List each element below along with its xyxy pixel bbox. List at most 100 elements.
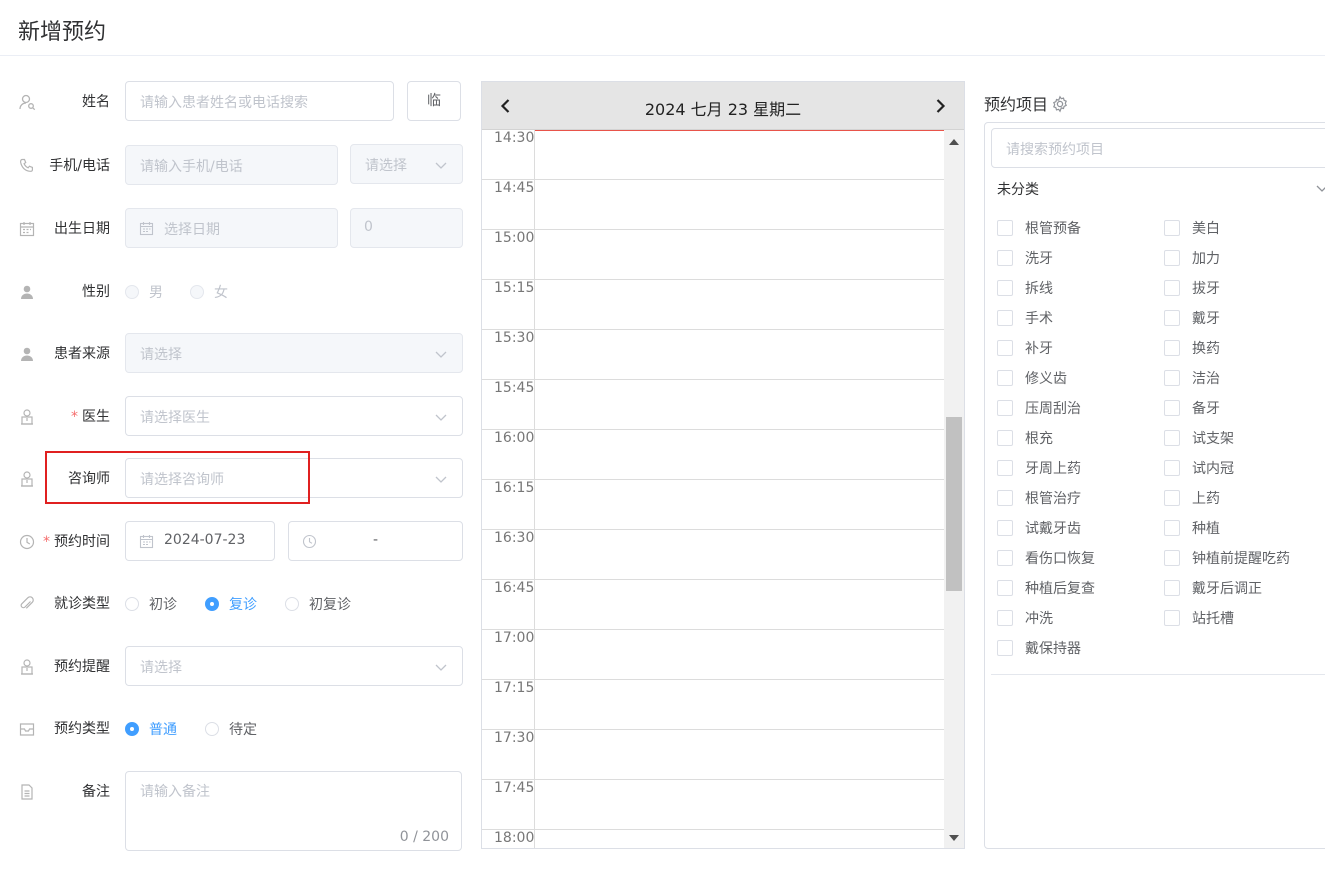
gender-female-radio[interactable]: 女 [190,282,228,301]
appt-date-picker[interactable]: 2024-07-23 [125,521,275,561]
birth-date-picker[interactable]: 选择日期 [125,208,338,248]
item-checkbox[interactable]: 拆线 [997,278,1053,297]
item-checkbox[interactable]: 戴牙后调正 [1164,578,1262,597]
checkbox-box[interactable] [997,520,1013,536]
checkbox-box[interactable] [1164,280,1180,296]
time-slot-cell[interactable] [534,430,944,480]
consultant-select[interactable]: 请选择咨询师 [125,458,463,498]
appt-time-range-picker[interactable]: - [288,521,463,561]
time-slot-cell[interactable] [534,280,944,330]
item-checkbox[interactable]: 修义齿 [997,368,1067,387]
item-checkbox[interactable]: 站托槽 [1164,608,1234,627]
time-slot-cell[interactable] [534,630,944,680]
chevron-right-icon[interactable] [930,96,950,116]
item-checkbox[interactable]: 加力 [1164,248,1220,267]
checkbox-box[interactable] [1164,550,1180,566]
calendar-scrollbar[interactable] [944,130,964,848]
item-checkbox[interactable]: 冲洗 [997,608,1053,627]
checkbox-box[interactable] [1164,610,1180,626]
item-checkbox[interactable]: 钟植前提醒吃药 [1164,548,1290,567]
checkbox-box[interactable] [997,640,1013,656]
scroll-up-arrow-icon[interactable] [949,139,959,145]
checkbox-box[interactable] [997,580,1013,596]
checkbox-box[interactable] [1164,580,1180,596]
item-checkbox[interactable]: 牙周上药 [997,458,1081,477]
phone-type-select[interactable]: 请选择 [350,144,463,184]
doctor-select[interactable]: 请选择医生 [125,396,463,436]
reminder-select[interactable]: 请选择 [125,646,463,686]
visit-type-mixed-radio[interactable]: 初复诊 [285,594,351,613]
checkbox-box[interactable] [997,550,1013,566]
item-checkbox[interactable]: 根管治疗 [997,488,1081,507]
checkbox-box[interactable] [997,400,1013,416]
time-slot-cell[interactable] [534,580,944,630]
time-slot-cell[interactable] [534,530,944,580]
time-slot-cell[interactable] [534,680,944,730]
item-checkbox[interactable]: 上药 [1164,488,1220,507]
visit-type-first-radio[interactable]: 初诊 [125,594,177,613]
item-checkbox[interactable]: 看伤口恢复 [997,548,1095,567]
time-slot-cell[interactable] [534,380,944,430]
checkbox-box[interactable] [997,340,1013,356]
phone-input[interactable]: 请输入手机/电话 [125,145,338,185]
item-checkbox[interactable]: 戴保持器 [997,638,1081,657]
checkbox-box[interactable] [1164,310,1180,326]
checkbox-box[interactable] [1164,430,1180,446]
scroll-thumb[interactable] [946,417,962,591]
item-checkbox[interactable]: 试支架 [1164,428,1234,447]
item-checkbox[interactable]: 戴牙 [1164,308,1220,327]
gender-male-radio[interactable]: 男 [125,282,163,301]
time-slot-cell[interactable] [534,830,944,848]
gear-icon[interactable] [1051,95,1069,113]
checkbox-box[interactable] [1164,520,1180,536]
checkbox-box[interactable] [1164,400,1180,416]
checkbox-box[interactable] [997,430,1013,446]
item-checkbox[interactable]: 压周刮治 [997,398,1081,417]
checkbox-box[interactable] [1164,340,1180,356]
items-search-input[interactable]: 请搜索预约项目 [991,128,1325,168]
item-checkbox[interactable]: 换药 [1164,338,1220,357]
item-checkbox[interactable]: 补牙 [997,338,1053,357]
notes-textarea[interactable]: 请输入备注 0 / 200 [125,771,462,851]
checkbox-box[interactable] [1164,460,1180,476]
checkbox-box[interactable] [997,280,1013,296]
checkbox-box[interactable] [997,460,1013,476]
appt-type-pending-radio[interactable]: 待定 [205,719,257,738]
item-checkbox[interactable]: 手术 [997,308,1053,327]
checkbox-box[interactable] [997,490,1013,506]
visit-type-return-radio[interactable]: 复诊 [205,594,257,613]
item-checkbox[interactable]: 根充 [997,428,1053,447]
checkbox-box[interactable] [1164,220,1180,236]
checkbox-box[interactable] [1164,250,1180,266]
time-slot-cell[interactable] [534,130,944,180]
scroll-down-arrow-icon[interactable] [949,835,959,841]
time-slot-cell[interactable] [534,180,944,230]
item-checkbox[interactable]: 洁治 [1164,368,1220,387]
item-checkbox[interactable]: 根管预备 [997,218,1081,237]
chevron-down-icon[interactable] [1315,181,1325,195]
checkbox-box[interactable] [997,610,1013,626]
appt-type-normal-radio[interactable]: 普通 [125,719,177,738]
time-slot-cell[interactable] [534,480,944,530]
checkbox-box[interactable] [997,310,1013,326]
checkbox-box[interactable] [1164,370,1180,386]
time-slot-cell[interactable] [534,330,944,380]
item-checkbox[interactable]: 拔牙 [1164,278,1220,297]
source-select[interactable]: 请选择 [125,333,463,373]
time-slot-cell[interactable] [534,780,944,830]
checkbox-box[interactable] [997,220,1013,236]
item-checkbox[interactable]: 种植 [1164,518,1220,537]
time-slot-cell[interactable] [534,230,944,280]
age-input[interactable]: 0 [350,208,463,248]
item-checkbox[interactable]: 洗牙 [997,248,1053,267]
name-search-input[interactable]: 请输入患者姓名或电话搜索 [125,81,394,121]
checkbox-box[interactable] [997,250,1013,266]
time-slot-cell[interactable] [534,730,944,780]
category-label[interactable]: 未分类 [997,179,1039,199]
item-checkbox[interactable]: 试戴牙齿 [997,518,1081,537]
item-checkbox[interactable]: 备牙 [1164,398,1220,417]
checkbox-box[interactable] [997,370,1013,386]
temp-patient-button[interactable]: 临 [407,81,461,121]
checkbox-box[interactable] [1164,490,1180,506]
item-checkbox[interactable]: 种植后复查 [997,578,1095,597]
